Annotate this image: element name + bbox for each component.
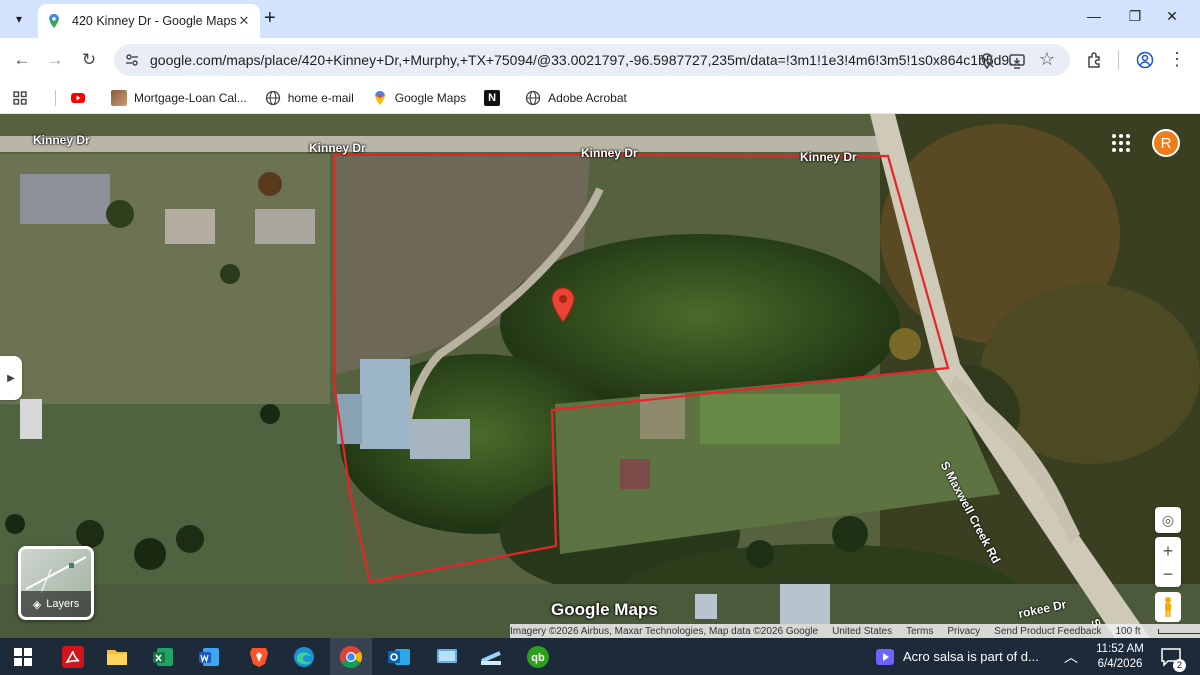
apps-grid-icon[interactable] xyxy=(12,90,35,106)
map-thumbnail xyxy=(25,556,87,594)
browser-toolbar: ← → ↻ google.com/maps/place/420+Kinney+D… xyxy=(0,38,1200,82)
tab-title: 420 Kinney Dr - Google Maps xyxy=(72,14,236,28)
account-avatar[interactable]: R xyxy=(1152,129,1180,157)
clock-date: 6/4/2026 xyxy=(1097,658,1143,670)
bookmark-star-icon[interactable]: ☆ xyxy=(1036,48,1058,70)
scale-line xyxy=(1158,628,1200,634)
quickbooks-icon[interactable]: qb xyxy=(525,644,551,670)
toolbar-divider xyxy=(1118,50,1119,70)
globe-icon xyxy=(525,90,541,105)
restore-icon[interactable]: ❐ xyxy=(1125,8,1145,25)
layers-label-row: ◈ Layers xyxy=(21,591,91,617)
bookmark-youtube[interactable] xyxy=(70,90,93,106)
notification-center-icon[interactable]: 2 xyxy=(1158,644,1186,672)
back-icon[interactable]: ← xyxy=(11,49,33,71)
zoom-in-button[interactable]: + xyxy=(1163,539,1174,563)
bookmark-notion[interactable]: N xyxy=(484,89,507,106)
bookmark-home-email[interactable]: home e-mail xyxy=(265,90,354,106)
country-link[interactable]: United States xyxy=(832,626,892,637)
location-pin-icon[interactable] xyxy=(550,287,576,323)
bookmark-separator xyxy=(55,89,56,106)
bookmark-label: Adobe Acrobat xyxy=(548,90,627,105)
address-bar[interactable]: google.com/maps/place/420+Kinney+Dr,+Mur… xyxy=(114,44,1070,76)
brave-icon[interactable] xyxy=(246,644,272,670)
acrobat-icon[interactable] xyxy=(60,644,86,670)
terms-link[interactable]: Terms xyxy=(906,626,933,637)
bookmark-label: home e-mail xyxy=(287,90,354,105)
my-location-icon[interactable]: ◎ xyxy=(1155,507,1181,533)
install-app-icon[interactable] xyxy=(1008,52,1026,70)
imagery-attribution: Imagery ©2026 Airbus, Maxar Technologies… xyxy=(510,625,819,637)
svg-text:qb: qb xyxy=(531,652,545,664)
satellite-map[interactable]: Kinney Dr Kinney Dr Kinney Dr Kinney Dr … xyxy=(0,114,1200,638)
road-label: Kinney Dr xyxy=(33,133,90,147)
forward-icon[interactable]: → xyxy=(44,49,66,71)
site-info-icon[interactable] xyxy=(124,52,140,68)
remote-desktop-icon[interactable] xyxy=(434,644,460,670)
chrome-icon[interactable] xyxy=(338,644,364,670)
close-window-icon[interactable]: ✕ xyxy=(1162,8,1182,25)
road-label: Kinney Dr xyxy=(581,146,638,160)
privacy-link[interactable]: Privacy xyxy=(947,626,980,637)
bookmark-label: Mortgage-Loan Cal... xyxy=(134,90,247,105)
notification-text[interactable]: Acro salsa is part of d... xyxy=(903,649,1039,664)
profile-icon[interactable] xyxy=(1136,51,1154,69)
google-maps-pin-icon xyxy=(374,90,385,105)
url-text: google.com/maps/place/420+Kinney+Dr,+Mur… xyxy=(150,52,1021,68)
close-tab-icon[interactable]: ✕ xyxy=(236,13,252,29)
windows-taskbar: qb Acro salsa is part of d... ︿ 11:52 AM… xyxy=(0,638,1200,675)
scale-label: 100 ft xyxy=(1115,625,1141,637)
satellite-imagery xyxy=(0,114,1200,638)
google-apps-icon[interactable] xyxy=(1110,132,1132,154)
scanner-app-icon[interactable] xyxy=(478,644,504,670)
bookmark-adobe-acrobat[interactable]: Adobe Acrobat xyxy=(525,90,627,106)
google-maps-pin-icon xyxy=(49,14,59,28)
chevron-up-icon[interactable]: ︿ xyxy=(1058,644,1084,670)
edge-icon[interactable] xyxy=(291,644,317,670)
google-maps-logo: Google Maps xyxy=(551,600,658,619)
street-view-pegman-icon[interactable] xyxy=(1155,592,1181,622)
tab-strip: ▾ 420 Kinney Dr - Google Maps ✕ + — ❐ ✕ xyxy=(0,0,1200,38)
system-clock[interactable]: 11:52 AM 6/4/2026 xyxy=(1090,642,1150,672)
reload-icon[interactable]: ↻ xyxy=(78,49,100,71)
layers-icon: ◈ xyxy=(32,598,42,611)
bookmarks-bar: Mortgage-Loan Cal... home e-mail Google … xyxy=(0,82,1200,114)
windows-start-icon[interactable] xyxy=(10,644,36,670)
youtube-icon xyxy=(71,92,85,103)
menu-kebab-icon[interactable]: ⋮ xyxy=(1166,48,1188,70)
bookmark-label: Google Maps xyxy=(394,90,467,105)
word-icon[interactable] xyxy=(196,644,222,670)
mortgage-thumbnail-icon xyxy=(111,89,127,106)
bookmark-mortgage-loan[interactable]: Mortgage-Loan Cal... xyxy=(111,89,247,106)
layers-label: Layers xyxy=(46,598,80,610)
outlook-icon[interactable] xyxy=(386,644,412,670)
expand-side-panel-button[interactable]: ▶ xyxy=(0,356,22,400)
map-attribution-bar: Imagery ©2026 Airbus, Maxar Technologies… xyxy=(510,624,1200,638)
excel-icon[interactable] xyxy=(150,644,176,670)
road-label: Kinney Dr xyxy=(800,150,857,164)
extensions-icon[interactable] xyxy=(1086,51,1104,69)
location-blocked-icon[interactable] xyxy=(978,52,996,70)
zoom-control: + − xyxy=(1155,537,1181,587)
file-explorer-icon[interactable] xyxy=(104,644,130,670)
clock-time: 11:52 AM xyxy=(1096,643,1144,655)
road-label: Kinney Dr xyxy=(309,141,366,155)
notion-icon: N xyxy=(484,89,501,106)
globe-icon xyxy=(265,90,280,105)
tab-google-maps[interactable]: 420 Kinney Dr - Google Maps ✕ xyxy=(38,4,260,38)
zoom-out-button[interactable]: − xyxy=(1163,563,1174,585)
notification-count-badge: 2 xyxy=(1173,659,1186,672)
bookmark-google-maps[interactable]: Google Maps xyxy=(372,90,466,106)
tab-search-button[interactable]: ▾ xyxy=(8,8,30,30)
minimize-icon[interactable]: — xyxy=(1084,8,1104,24)
scale-bar[interactable]: 100 ft xyxy=(1115,626,1200,637)
feedback-link[interactable]: Send Product Feedback xyxy=(994,626,1101,637)
layers-button[interactable]: ◈ Layers xyxy=(18,546,94,620)
notification-app-icon[interactable] xyxy=(872,644,898,670)
new-tab-button[interactable]: + xyxy=(264,8,276,28)
